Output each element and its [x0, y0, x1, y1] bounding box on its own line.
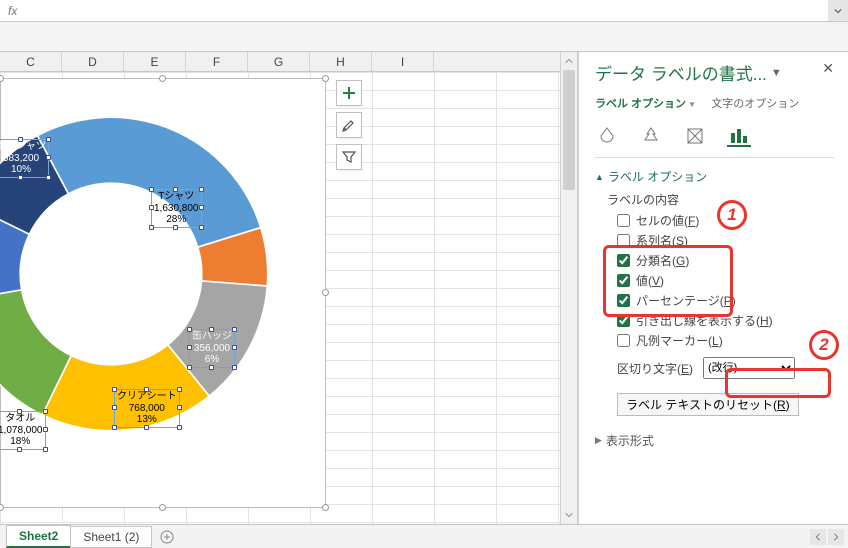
label-name: Tシャツ	[158, 191, 194, 202]
chart-tools	[336, 80, 362, 176]
icon-tabs	[595, 125, 834, 158]
label-pct: 6%	[205, 354, 219, 365]
formula-input[interactable]	[25, 0, 828, 21]
label-name: タオル	[5, 413, 35, 424]
label-value: 583,200	[3, 153, 39, 164]
col-header[interactable]: G	[248, 52, 310, 71]
label-name: 缶バッジ	[192, 331, 232, 342]
label-pct: 28%	[166, 214, 186, 225]
format-data-labels-pane: データ ラベルの書式... ▼ ✕ ラベル オプション▼ 文字のオプション ▲ラ…	[578, 52, 848, 524]
scroll-down-icon[interactable]	[561, 506, 577, 524]
worksheet-grid[interactable]: C D E F G H I	[0, 52, 560, 524]
label-pct: 13%	[137, 414, 157, 425]
label-options-icon[interactable]	[727, 125, 751, 147]
separator-label: 区切り文字(E)	[617, 360, 693, 377]
scroll-up-icon[interactable]	[561, 52, 577, 70]
label-pct: 10%	[11, 164, 31, 175]
sheet-tab[interactable]: Sheet2	[6, 525, 71, 548]
formula-bar: fx	[0, 0, 848, 22]
grid-body[interactable]: Tシャツ 1,630,800 28% 缶バッジ 356,000 6%	[0, 72, 560, 524]
callout-2: 2	[809, 330, 839, 360]
label-value: 768,000	[129, 403, 165, 414]
col-header[interactable]: F	[186, 52, 248, 71]
pane-tabs: ラベル オプション▼ 文字のオプション	[595, 95, 834, 111]
pane-title-dropdown-icon[interactable]: ▼	[771, 67, 782, 79]
label-name: ポロシャツ	[0, 141, 46, 152]
chart-object[interactable]: Tシャツ 1,630,800 28% 缶バッジ 356,000 6%	[0, 78, 326, 508]
data-label-badge[interactable]: 缶バッジ 356,000 6%	[189, 329, 235, 368]
pane-title-text: データ ラベルの書式...	[595, 60, 767, 85]
new-sheet-button[interactable]	[157, 527, 177, 547]
label-value: 1,630,800	[154, 203, 199, 214]
hscroll-right-icon[interactable]	[828, 529, 844, 545]
sheet-tab[interactable]: Sheet1 (2)	[70, 526, 152, 548]
chart-filter-button[interactable]	[336, 144, 362, 170]
hscroll-left-icon[interactable]	[810, 529, 826, 545]
scroll-thumb[interactable]	[563, 70, 575, 190]
sheet-tab-bar: Sheet2 Sheet1 (2)	[0, 524, 848, 548]
tab-text-options[interactable]: 文字のオプション	[711, 98, 799, 110]
opt-legend-marker[interactable]: 凡例マーカー(L)	[617, 332, 834, 349]
data-label-tshirt[interactable]: Tシャツ 1,630,800 28%	[151, 189, 202, 228]
col-header[interactable]: H	[310, 52, 372, 71]
callout-1: 1	[717, 200, 747, 230]
chart-add-element-button[interactable]	[336, 80, 362, 106]
reset-label-text-button[interactable]: ラベル テキストのリセット(R)	[617, 393, 799, 416]
opt-series-name[interactable]: 系列名(S)	[617, 232, 834, 249]
data-label-sheet[interactable]: クリアシート 768,000 13%	[114, 389, 180, 428]
data-label-polo[interactable]: ポロシャツ 583,200 10%	[0, 139, 49, 178]
col-header[interactable]: E	[124, 52, 186, 71]
separator-select[interactable]: (改行)	[703, 357, 795, 379]
column-headers: C D E F G H I	[0, 52, 560, 72]
fill-icon[interactable]	[595, 125, 619, 147]
fx-label[interactable]: fx	[0, 4, 25, 18]
opt-value[interactable]: 値(V)	[617, 272, 834, 289]
formula-expand-icon[interactable]	[828, 0, 848, 21]
label-value: 356,000	[194, 343, 230, 354]
effects-icon[interactable]	[639, 125, 663, 147]
size-icon[interactable]	[683, 125, 707, 147]
section-number-format[interactable]: ▶表示形式	[595, 432, 834, 449]
label-value: 1,078,000	[0, 425, 43, 436]
col-header[interactable]: I	[372, 52, 434, 71]
ribbon-spacer	[0, 22, 848, 52]
opt-leader-lines[interactable]: 引き出し線を表示する(H)	[617, 312, 834, 329]
close-icon[interactable]: ✕	[822, 60, 834, 77]
pane-title: データ ラベルの書式... ▼	[595, 60, 834, 85]
data-label-towel[interactable]: タオル 1,078,000 18%	[0, 411, 46, 450]
label-name: クリアシート	[117, 391, 177, 402]
vertical-scrollbar[interactable]	[560, 52, 578, 524]
label-pct: 18%	[10, 436, 30, 447]
opt-percentage[interactable]: パーセンテージ(P)	[617, 292, 834, 309]
col-header[interactable]: C	[0, 52, 62, 71]
tab-label-options[interactable]: ラベル オプション▼	[595, 98, 696, 110]
col-header[interactable]: D	[62, 52, 124, 71]
opt-category-name[interactable]: 分類名(G)	[617, 252, 834, 269]
chart-styles-button[interactable]	[336, 112, 362, 138]
section-label-options[interactable]: ▲ラベル オプション	[595, 168, 834, 185]
